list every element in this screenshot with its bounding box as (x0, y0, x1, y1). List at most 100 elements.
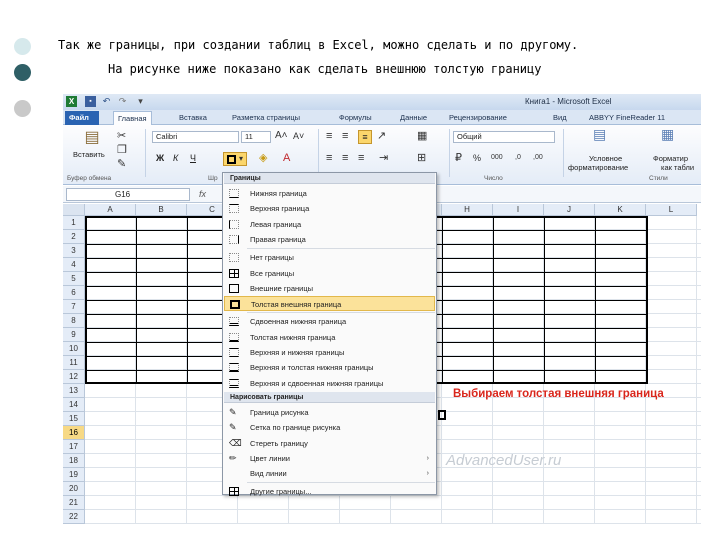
cut-icon[interactable]: ✂ (117, 130, 126, 142)
wrap-text-icon[interactable]: ≡ (358, 130, 372, 144)
row-header[interactable]: 9 (63, 328, 85, 342)
menu-item-border-thick-bottom[interactable]: Толстая нижняя граница (224, 330, 435, 345)
menu-item-draw-border[interactable]: ✎ Граница рисунка (224, 405, 435, 420)
paste-icon[interactable]: ▤ (83, 129, 101, 147)
font-color-icon[interactable]: A (283, 152, 290, 164)
number-format-select[interactable]: Общий (453, 131, 555, 143)
column-header[interactable]: H (442, 204, 493, 216)
tab-home[interactable]: Главная (113, 111, 152, 125)
thousands-icon[interactable]: 000 (491, 152, 503, 164)
row-header[interactable]: 4 (63, 258, 85, 272)
row-header[interactable]: 2 (63, 230, 85, 244)
italic-button[interactable]: К (173, 153, 178, 163)
tab-view[interactable]: Вид (549, 111, 571, 125)
align-center-icon[interactable]: ≡ (342, 152, 348, 164)
format-table-icon[interactable]: ▦ (661, 127, 674, 141)
row-header[interactable]: 7 (63, 300, 85, 314)
active-cell-marker[interactable] (438, 410, 446, 420)
menu-item-border-top[interactable]: Верхняя граница (224, 201, 435, 216)
row-header[interactable]: 6 (63, 286, 85, 300)
row-header[interactable]: 11 (63, 356, 85, 370)
row-header[interactable]: 17 (63, 440, 85, 454)
excel-app-icon[interactable]: X (66, 96, 77, 107)
tab-page-layout[interactable]: Разметка страницы (228, 111, 304, 125)
menu-item-line-style[interactable]: Вид линии › (224, 466, 435, 481)
row-header[interactable]: 21 (63, 496, 85, 510)
align-middle-icon[interactable]: ≡ (342, 130, 348, 142)
row-header[interactable]: 16 (63, 426, 85, 440)
menu-item-border-double-bottom[interactable]: Сдвоенная нижняя граница (224, 314, 435, 329)
undo-icon[interactable]: ↶ (101, 96, 112, 107)
merge-icon[interactable]: ▦ (417, 130, 427, 142)
row-header[interactable]: 13 (63, 384, 85, 398)
menu-item-border-all[interactable]: Все границы (224, 266, 435, 281)
column-header[interactable]: A (85, 204, 136, 216)
tab-data[interactable]: Данные (396, 111, 431, 125)
borders-button[interactable]: ▾ (223, 152, 247, 166)
row-header[interactable]: 18 (63, 454, 85, 468)
increase-decimal-icon[interactable]: ,0 (515, 152, 521, 164)
font-name-select[interactable]: Calibri (152, 131, 239, 143)
row-header[interactable]: 8 (63, 314, 85, 328)
format-table-label-2[interactable]: как табли (661, 163, 694, 173)
menu-item-border-bottom[interactable]: Нижняя граница (224, 186, 435, 201)
fill-color-icon[interactable]: ◈ (259, 152, 267, 164)
column-header[interactable]: K (595, 204, 646, 216)
tab-file[interactable]: Файл (65, 111, 99, 125)
menu-item-eraser[interactable]: ⌫ Стереть границу (224, 436, 435, 451)
column-header[interactable]: I (493, 204, 544, 216)
percent-icon[interactable]: % (473, 152, 481, 164)
tab-review[interactable]: Рецензирование (445, 111, 511, 125)
align-left-icon[interactable]: ≡ (326, 152, 332, 164)
column-header[interactable]: J (544, 204, 595, 216)
menu-item-border-right[interactable]: Правая граница (224, 232, 435, 247)
currency-icon[interactable]: ₽ (455, 152, 462, 164)
name-box[interactable]: G16 (66, 188, 190, 201)
tab-abbyy[interactable]: ABBYY FineReader 11 (585, 111, 669, 125)
menu-item-border-thick-outer[interactable]: Толстая внешняя граница (224, 296, 435, 312)
bold-button[interactable]: Ж (156, 153, 164, 163)
align-top-icon[interactable]: ≡ (326, 130, 332, 142)
row-header[interactable]: 20 (63, 482, 85, 496)
menu-item-border-top-bottom[interactable]: Верхняя и нижняя границы (224, 345, 435, 360)
menu-item-border-top-double-bottom[interactable]: Верхняя и сдвоенная нижняя границы (224, 376, 435, 391)
decrease-decimal-icon[interactable]: ,00 (533, 152, 543, 164)
fx-icon[interactable]: fx (199, 189, 206, 199)
conditional-format-icon[interactable]: ▤ (593, 127, 606, 141)
redo-icon[interactable]: ↷ (117, 96, 128, 107)
menu-item-border-outer[interactable]: Внешние границы (224, 281, 435, 296)
align-right-icon[interactable]: ≡ (358, 152, 364, 164)
menu-item-more-borders[interactable]: Другие границы... (224, 484, 435, 499)
row-header[interactable]: 5 (63, 272, 85, 286)
column-header[interactable]: B (136, 204, 187, 216)
row-header[interactable]: 10 (63, 342, 85, 356)
conditional-format-label-2[interactable]: форматирование (568, 163, 628, 173)
paste-button-label[interactable]: Вставить (73, 150, 105, 160)
row-header[interactable]: 15 (63, 412, 85, 426)
underline-button[interactable]: Ч (190, 153, 196, 163)
row-header[interactable]: 14 (63, 398, 85, 412)
tab-formulas[interactable]: Формулы (335, 111, 376, 125)
row-header[interactable]: 3 (63, 244, 85, 258)
font-size-select[interactable]: 11 (241, 131, 271, 143)
orientation-icon[interactable]: ↗ (377, 130, 386, 142)
menu-item-draw-grid[interactable]: ✎ Сетка по границе рисунка (224, 420, 435, 435)
row-header[interactable]: 1 (63, 216, 85, 230)
select-all-corner[interactable] (63, 204, 85, 216)
column-header[interactable]: L (646, 204, 697, 216)
font-shrink-icon[interactable]: A˅ (293, 130, 304, 142)
indent-icon[interactable]: ⇥ (379, 152, 388, 164)
copy-icon[interactable]: ❐ (117, 144, 127, 156)
menu-item-border-left[interactable]: Левая граница (224, 217, 435, 232)
menu-item-border-none[interactable]: Нет границы (224, 250, 435, 265)
row-header[interactable]: 19 (63, 468, 85, 482)
tab-insert[interactable]: Вставка (175, 111, 211, 125)
quick-access-more-icon[interactable]: ▾ (135, 96, 146, 107)
format-painter-icon[interactable]: ✎ (117, 158, 126, 170)
row-header[interactable]: 12 (63, 370, 85, 384)
row-header[interactable]: 22 (63, 510, 85, 524)
save-icon[interactable]: ▪ (85, 96, 96, 107)
merge-center-icon[interactable]: ⊞ (417, 152, 426, 164)
menu-item-border-top-thick-bottom[interactable]: Верхняя и толстая нижняя границы (224, 360, 435, 375)
menu-item-line-color[interactable]: ✏ Цвет линии › (224, 451, 435, 466)
